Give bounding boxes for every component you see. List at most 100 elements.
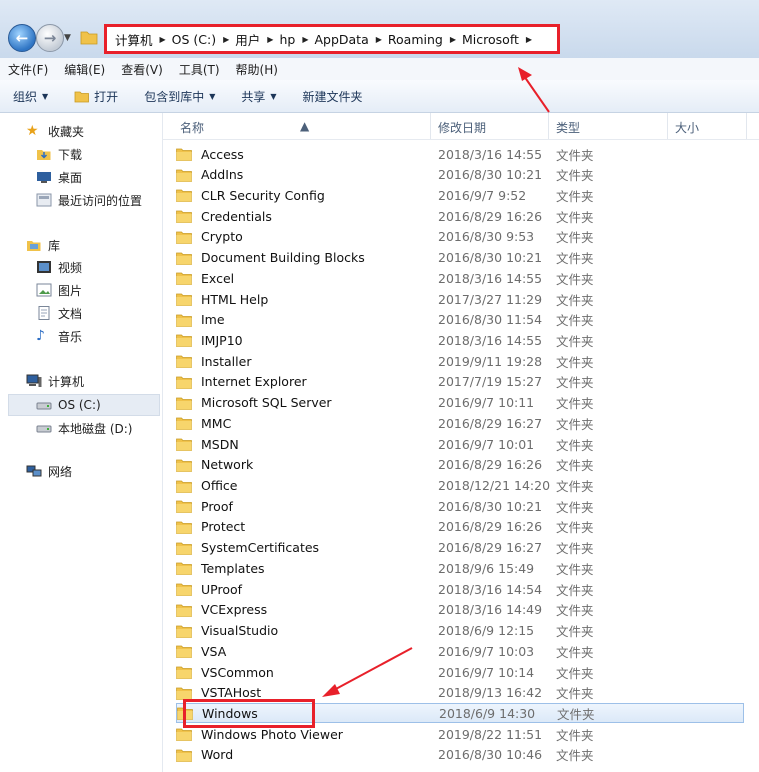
file-type: 文件夹 — [556, 313, 594, 329]
column-header-modified[interactable]: 修改日期 — [438, 119, 486, 136]
nav-item-drive-d[interactable]: 本地磁盘 (D:) — [36, 418, 132, 438]
nav-item-videos[interactable]: 视频 — [36, 257, 82, 277]
breadcrumb-separator-icon[interactable]: ▶ — [526, 35, 532, 44]
table-row[interactable]: SystemCertificates 2016/8/29 16:27 文件夹 — [176, 538, 744, 558]
breadcrumb-item[interactable]: hp ▶ — [279, 32, 308, 47]
file-name: Credentials — [201, 208, 272, 224]
file-name: Protect — [201, 519, 246, 535]
nav-item-network[interactable]: 网络 — [26, 461, 72, 481]
file-name: UProof — [201, 581, 243, 597]
column-header-name[interactable]: 名称 — [180, 119, 204, 136]
nav-item-favorites[interactable]: ★ 收藏夹 — [26, 121, 84, 141]
share-label: 共享 — [241, 89, 266, 104]
table-row[interactable]: Templates 2018/9/6 15:49 文件夹 — [176, 558, 744, 578]
share-button[interactable]: 共享 ▼ — [228, 88, 289, 105]
breadcrumb-separator-icon[interactable]: ▶ — [376, 35, 382, 44]
nav-item-computer[interactable]: 计算机 — [26, 371, 84, 391]
column-divider[interactable] — [430, 113, 431, 139]
table-row[interactable]: Word 2016/8/30 10:46 文件夹 — [176, 745, 744, 765]
table-row[interactable]: VCExpress 2018/3/16 14:49 文件夹 — [176, 600, 744, 620]
table-row[interactable]: Office 2018/12/21 14:20 文件夹 — [176, 476, 744, 496]
breadcrumb-separator-icon[interactable]: ▶ — [302, 35, 308, 44]
file-name: MSDN — [201, 436, 239, 452]
table-row[interactable]: Excel 2018/3/16 14:55 文件夹 — [176, 268, 744, 288]
folder-icon — [176, 521, 192, 534]
folder-icon — [176, 355, 192, 369]
table-row[interactable]: Internet Explorer 2017/7/19 15:27 文件夹 — [176, 372, 744, 392]
table-row[interactable]: Network 2016/8/29 16:26 文件夹 — [176, 455, 744, 475]
nav-item-libraries[interactable]: 库 — [26, 235, 60, 255]
file-name: HTML Help — [201, 291, 269, 307]
recent-pages-dropdown[interactable]: ▼ — [64, 33, 71, 43]
dropdown-arrow-icon: ▼ — [270, 91, 277, 101]
nav-item-drive-c[interactable]: OS (C:) — [36, 395, 101, 415]
nav-label: 计算机 — [48, 374, 85, 389]
breadcrumb-separator-icon[interactable]: ▶ — [160, 35, 166, 44]
table-row[interactable]: VSA 2016/9/7 10:03 文件夹 — [176, 641, 744, 661]
table-row[interactable]: Credentials 2016/8/29 16:26 文件夹 — [176, 206, 744, 226]
table-row[interactable]: VSCommon 2016/9/7 10:14 文件夹 — [176, 662, 744, 682]
file-modified-date: 2018/9/6 15:49 — [438, 560, 535, 576]
command-toolbar: 组织 ▼ 打开 包含到库中 ▼ 共享 ▼ 新建文件夹 — [0, 80, 759, 113]
table-row[interactable]: CLR Security Config 2016/9/7 9:52 文件夹 — [176, 185, 744, 205]
breadcrumb-item[interactable]: OS (C:) ▶ — [172, 32, 230, 47]
menu-item[interactable]: 工具(T) — [171, 61, 228, 78]
nav-item-documents[interactable]: 文档 — [36, 303, 82, 323]
nav-item-recent-places[interactable]: 最近访问的位置 — [36, 190, 142, 210]
file-type: 文件夹 — [556, 396, 594, 412]
column-header-size[interactable]: 大小 — [675, 119, 699, 136]
file-name: IMJP10 — [201, 332, 243, 348]
breadcrumb-separator-icon[interactable]: ▶ — [267, 35, 273, 44]
table-row[interactable]: HTML Help 2017/3/27 11:29 文件夹 — [176, 289, 744, 309]
nav-item-music[interactable]: ♪ 音乐 — [36, 326, 82, 346]
breadcrumb-item[interactable]: AppData ▶ — [314, 32, 381, 47]
column-divider[interactable] — [548, 113, 549, 139]
table-row[interactable]: IMJP10 2018/3/16 14:55 文件夹 — [176, 330, 744, 350]
back-button[interactable]: ← — [8, 24, 36, 52]
breadcrumb-separator-icon[interactable]: ▶ — [450, 35, 456, 44]
menu-item[interactable]: 编辑(E) — [56, 61, 113, 78]
nav-item-pictures[interactable]: 图片 — [36, 280, 82, 300]
table-row[interactable]: Proof 2016/8/30 10:21 文件夹 — [176, 496, 744, 516]
table-row[interactable]: Access 2018/3/16 14:55 文件夹 — [176, 144, 744, 164]
column-header-type[interactable]: 类型 — [556, 119, 580, 136]
menu-item[interactable]: 文件(F) — [0, 61, 56, 78]
nav-item-downloads[interactable]: 下载 — [36, 144, 82, 164]
breadcrumb-item[interactable]: 计算机 ▶ — [115, 30, 166, 49]
folder-icon — [176, 749, 192, 762]
file-name: Internet Explorer — [201, 374, 307, 390]
table-row[interactable]: AddIns 2016/8/30 10:21 文件夹 — [176, 165, 744, 185]
table-row[interactable]: Ime 2016/8/30 11:54 文件夹 — [176, 310, 744, 330]
open-button[interactable]: 打开 — [61, 88, 131, 105]
new-folder-button[interactable]: 新建文件夹 — [290, 88, 376, 105]
table-row[interactable]: Protect 2016/8/29 16:26 文件夹 — [176, 517, 744, 537]
organize-button[interactable]: 组织 ▼ — [0, 88, 61, 105]
table-row[interactable]: Crypto 2016/8/30 9:53 文件夹 — [176, 227, 744, 247]
breadcrumb-label: AppData — [314, 31, 369, 47]
nav-label: 网络 — [48, 464, 73, 479]
address-bar[interactable]: 计算机 ▶ OS (C:) ▶ 用户 ▶ hp ▶ AppData ▶ Roaming ▶ Micros… — [104, 24, 560, 54]
breadcrumb-item[interactable]: Roaming ▶ — [388, 32, 456, 47]
breadcrumb-item[interactable]: 用户 ▶ — [235, 30, 273, 49]
breadcrumb-item[interactable]: Microsoft ▶ — [462, 32, 532, 47]
menu-item[interactable]: 查看(V) — [113, 61, 171, 78]
column-divider[interactable] — [746, 113, 747, 139]
table-row[interactable]: Document Building Blocks 2016/8/30 10:21 文… — [176, 248, 744, 268]
breadcrumb-separator-icon[interactable]: ▶ — [223, 35, 229, 44]
folder-icon — [176, 210, 192, 224]
drive-icon — [36, 402, 52, 410]
breadcrumb-label: hp — [279, 31, 296, 47]
column-divider[interactable] — [667, 113, 668, 139]
pictures-icon — [36, 283, 52, 297]
table-row[interactable]: VisualStudio 2018/6/9 12:15 文件夹 — [176, 621, 744, 641]
open-folder-icon — [74, 91, 90, 102]
table-row[interactable]: Microsoft SQL Server 2016/9/7 10:11 文件夹 — [176, 393, 744, 413]
table-row[interactable]: MMC 2016/8/29 16:27 文件夹 — [176, 413, 744, 433]
nav-item-desktop[interactable]: 桌面 — [36, 167, 82, 187]
table-row[interactable]: UProof 2018/3/16 14:54 文件夹 — [176, 579, 744, 599]
table-row[interactable]: MSDN 2016/9/7 10:01 文件夹 — [176, 434, 744, 454]
menu-item[interactable]: 帮助(H) — [228, 61, 286, 78]
forward-button[interactable]: → — [36, 24, 64, 52]
table-row[interactable]: Installer 2019/9/11 19:28 文件夹 — [176, 351, 744, 371]
include-in-library-button[interactable]: 包含到库中 ▼ — [131, 88, 228, 105]
